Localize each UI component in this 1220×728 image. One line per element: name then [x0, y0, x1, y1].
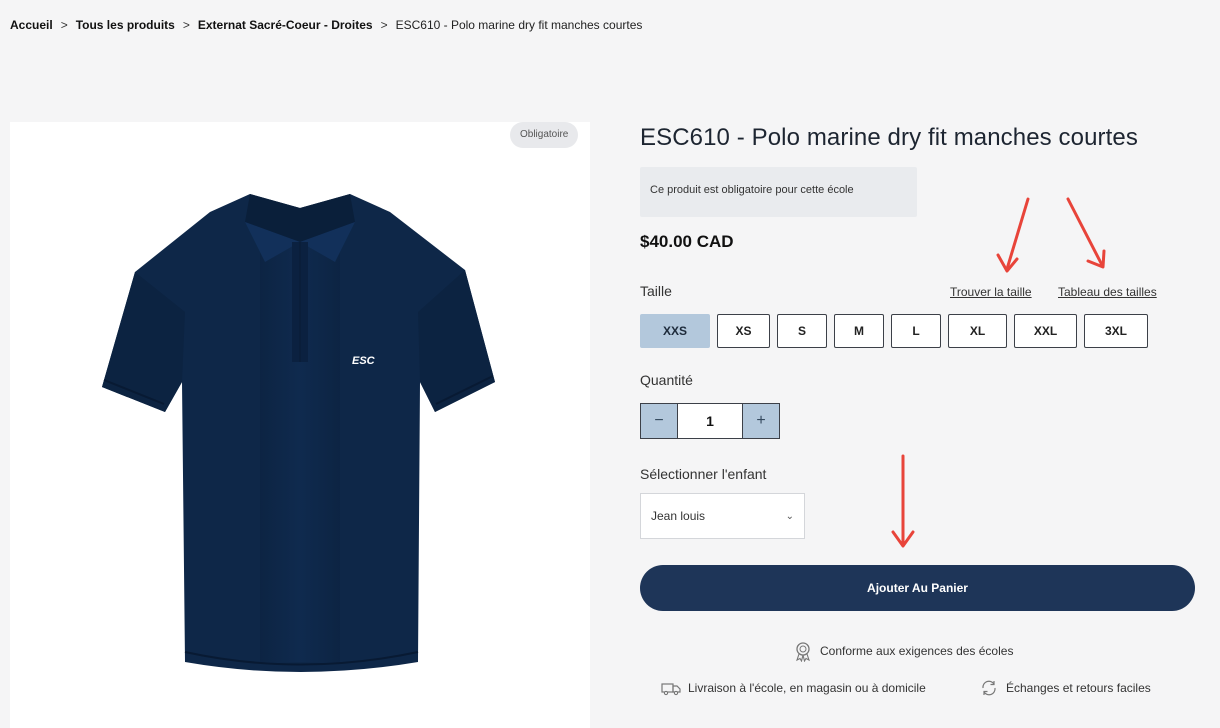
polo-shirt-image: ESC — [102, 194, 495, 672]
breadcrumb-all-products[interactable]: Tous les produits — [76, 18, 175, 32]
size-option-3xl[interactable]: 3XL — [1084, 314, 1148, 348]
size-option-xxl[interactable]: XXL — [1014, 314, 1077, 348]
polo-logo-text: ESC — [352, 355, 376, 367]
assurance-delivery-text: Livraison à l'école, en magasin ou à dom… — [688, 681, 926, 695]
add-to-cart-button[interactable]: Ajouter Au Panier — [640, 565, 1195, 611]
breadcrumb-home[interactable]: Accueil — [10, 18, 53, 32]
exchange-icon — [982, 680, 996, 696]
size-chart-link[interactable]: Tableau des tailles — [1058, 285, 1157, 299]
chevron-down-icon: ⌄ — [785, 510, 794, 522]
mandatory-badge: Obligatoire — [510, 122, 579, 148]
size-option-m[interactable]: M — [834, 314, 884, 348]
mandatory-notice: Ce produit est obligatoire pour cette éc… — [640, 167, 917, 217]
child-select[interactable]: Jean louis ⌄ — [640, 493, 805, 539]
annotation-arrow-add-to-cart — [891, 454, 915, 548]
size-option-xxs[interactable]: XXS — [640, 314, 710, 348]
size-option-xl[interactable]: XL — [948, 314, 1007, 348]
child-select-label: Sélectionner l'enfant — [640, 466, 767, 482]
breadcrumb-current: ESC610 - Polo marine dry fit manches cou… — [395, 18, 643, 32]
size-option-xs[interactable]: XS — [717, 314, 770, 348]
breadcrumb-separator: > — [182, 18, 190, 32]
product-image-panel: Obligatoire ESC — [10, 122, 590, 728]
child-select-value: Jean louis — [651, 509, 706, 523]
find-size-link[interactable]: Trouver la taille — [950, 285, 1032, 299]
product-title: ESC610 - Polo marine dry fit manches cou… — [640, 124, 1138, 151]
assurance-requirements-text: Conforme aux exigences des écoles — [820, 644, 1014, 658]
breadcrumb-school[interactable]: Externat Sacré-Coeur - Droites — [198, 18, 373, 32]
breadcrumb-separator: > — [60, 18, 68, 32]
breadcrumb: Accueil > Tous les produits > Externat S… — [10, 18, 642, 32]
size-option-s[interactable]: S — [777, 314, 827, 348]
size-option-l[interactable]: L — [891, 314, 941, 348]
quantity-increase-button[interactable]: + — [743, 404, 779, 438]
assurance-returns: Échanges et retours faciles — [978, 677, 1151, 699]
truck-icon — [661, 683, 681, 696]
annotation-arrow-size-chart — [1066, 197, 1106, 269]
award-icon — [796, 642, 810, 662]
product-price: $40.00 CAD — [640, 232, 734, 251]
quantity-stepper: − 1 + — [640, 403, 780, 439]
size-label: Taille — [640, 283, 672, 299]
assurance-requirements: Conforme aux exigences des écoles — [792, 640, 1013, 662]
breadcrumb-separator: > — [380, 18, 388, 32]
assurance-returns-text: Échanges et retours faciles — [1006, 681, 1151, 695]
assurance-delivery: Livraison à l'école, en magasin ou à dom… — [660, 677, 926, 699]
annotation-arrow-find-size — [996, 197, 1030, 273]
quantity-value[interactable]: 1 — [677, 404, 743, 438]
size-selector: XXS XS S M L XL XXL 3XL — [640, 314, 1148, 348]
quantity-decrease-button[interactable]: − — [641, 404, 677, 438]
quantity-label: Quantité — [640, 372, 693, 388]
